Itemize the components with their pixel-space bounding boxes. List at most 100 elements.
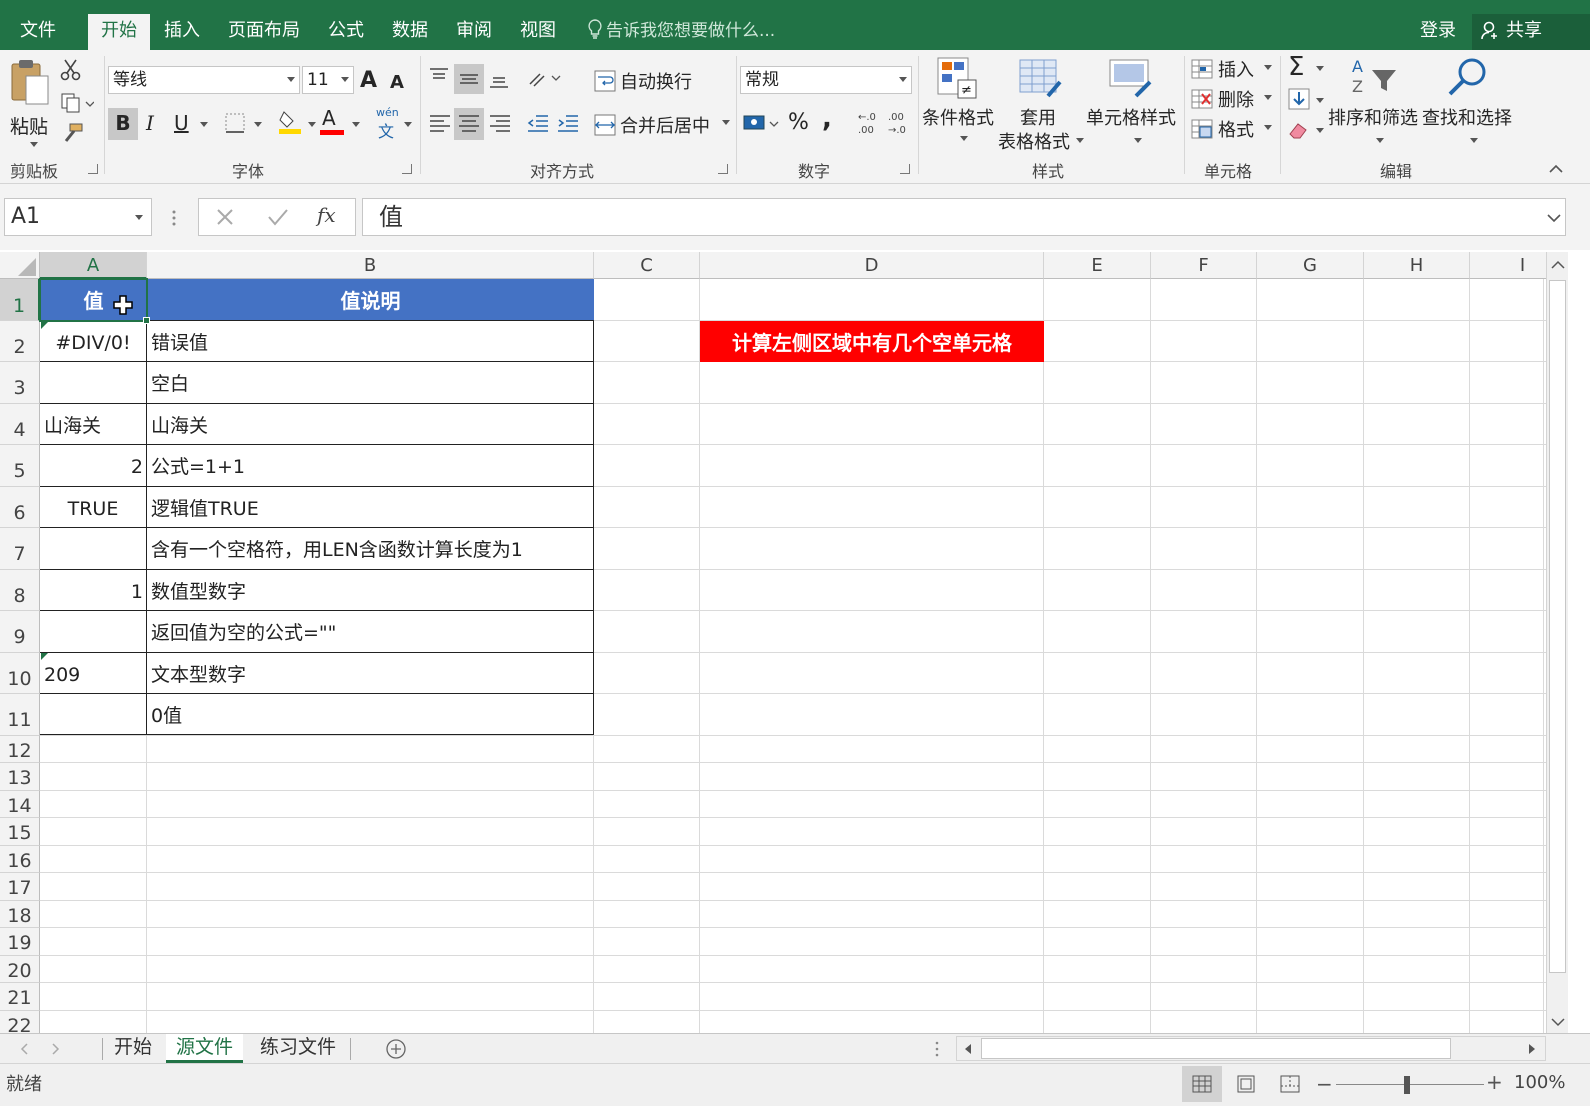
cell-description[interactable]: 0值 bbox=[151, 694, 591, 735]
column-header-a[interactable]: A bbox=[40, 252, 147, 279]
fill-handle[interactable] bbox=[143, 317, 150, 324]
bold-button[interactable]: B bbox=[108, 108, 138, 140]
align-middle-icon[interactable] bbox=[454, 64, 484, 94]
grow-font-button[interactable]: A bbox=[360, 68, 377, 93]
delete-cells-button[interactable]: 删除 bbox=[1190, 86, 1274, 112]
row-header[interactable]: 18 bbox=[0, 901, 40, 928]
column-header-h[interactable]: H bbox=[1364, 252, 1470, 279]
row-header[interactable]: 5 bbox=[0, 445, 40, 487]
row-header[interactable]: 1 bbox=[0, 279, 40, 321]
tab-review[interactable]: 审阅 bbox=[448, 14, 500, 50]
prev-sheet-icon[interactable] bbox=[20, 1043, 30, 1055]
fill-down-icon[interactable] bbox=[1288, 88, 1310, 110]
cut-icon[interactable] bbox=[60, 58, 82, 82]
accounting-format-icon[interactable] bbox=[742, 112, 780, 136]
column-header-b[interactable]: B bbox=[147, 252, 594, 279]
cell-value[interactable]: 1 bbox=[40, 570, 143, 611]
number-format-combo[interactable]: 常规 bbox=[740, 66, 912, 94]
cell-value[interactable]: #DIV/0! bbox=[40, 321, 146, 362]
cell-description[interactable]: 逻辑值TRUE bbox=[151, 487, 591, 528]
scroll-left-icon[interactable] bbox=[963, 1043, 973, 1055]
fill-color-dropdown-icon[interactable] bbox=[308, 122, 316, 127]
scroll-down-icon[interactable] bbox=[1551, 1017, 1565, 1027]
insert-function-button[interactable]: fx bbox=[317, 203, 336, 227]
row-header[interactable]: 19 bbox=[0, 928, 40, 956]
column-header-g[interactable]: G bbox=[1257, 252, 1364, 279]
cell-value[interactable] bbox=[40, 694, 146, 735]
cell-description[interactable]: 空白 bbox=[151, 362, 591, 404]
enter-check-icon[interactable] bbox=[267, 207, 289, 227]
login-link[interactable]: 登录 bbox=[1420, 14, 1456, 48]
cell-description[interactable]: 文本型数字 bbox=[151, 653, 591, 694]
font-size-combo[interactable]: 11 bbox=[302, 66, 354, 94]
cell-value[interactable]: 209 bbox=[44, 653, 146, 694]
cell-value[interactable] bbox=[40, 362, 146, 404]
decrease-decimal-icon[interactable]: .00→.0 bbox=[886, 110, 912, 136]
horizontal-scrollbar[interactable] bbox=[956, 1036, 1546, 1061]
border-icon[interactable] bbox=[224, 112, 246, 134]
zoom-slider-track[interactable] bbox=[1336, 1084, 1484, 1085]
align-center-icon[interactable] bbox=[454, 108, 484, 140]
percent-button[interactable]: % bbox=[788, 110, 809, 135]
row-header[interactable]: 21 bbox=[0, 983, 40, 1011]
zoom-out-button[interactable]: − bbox=[1316, 1072, 1333, 1096]
cell-styles-button[interactable]: 单元格样式 bbox=[1086, 56, 1180, 154]
alignment-launcher-icon[interactable] bbox=[718, 164, 728, 174]
cell-value[interactable]: 山海关 bbox=[44, 404, 146, 445]
format-painter-icon[interactable] bbox=[60, 122, 84, 144]
row-header[interactable]: 4 bbox=[0, 404, 40, 445]
formula-input[interactable]: 值 bbox=[362, 198, 1566, 236]
increase-indent-icon[interactable] bbox=[556, 112, 580, 136]
shrink-font-button[interactable]: A bbox=[390, 72, 404, 93]
row-header[interactable]: 11 bbox=[0, 694, 40, 736]
row-header[interactable]: 3 bbox=[0, 362, 40, 404]
select-all-corner[interactable] bbox=[0, 252, 40, 279]
error-indicator-icon[interactable] bbox=[41, 322, 49, 330]
sheet-tab-start[interactable]: 开始 bbox=[104, 1034, 162, 1063]
find-select-button[interactable]: 查找和选择 bbox=[1422, 56, 1516, 154]
row-header[interactable]: 20 bbox=[0, 956, 40, 983]
align-right-icon[interactable] bbox=[488, 112, 512, 136]
row-header[interactable]: 8 bbox=[0, 570, 40, 611]
splitter-dots-icon[interactable] bbox=[934, 1040, 940, 1058]
name-box[interactable]: A1 bbox=[4, 198, 152, 236]
copy-icon[interactable] bbox=[60, 92, 94, 114]
tell-me-search[interactable]: 告诉我您想要做什么... bbox=[588, 14, 775, 50]
row-header[interactable]: 15 bbox=[0, 818, 40, 846]
zoom-level[interactable]: 100% bbox=[1514, 1072, 1565, 1093]
drag-handle-icon[interactable] bbox=[171, 208, 177, 228]
note-cell[interactable]: 计算左侧区域中有几个空单元格 bbox=[700, 321, 1044, 362]
worksheet-grid[interactable]: A B C D E F G H I 1 2 3 4 5 6 7 8 9 10 1… bbox=[0, 252, 1546, 1033]
align-bottom-icon[interactable] bbox=[488, 68, 510, 90]
tab-home[interactable]: 开始 bbox=[88, 14, 150, 50]
cell-description[interactable]: 山海关 bbox=[151, 404, 591, 445]
page-break-view-icon[interactable] bbox=[1280, 1075, 1300, 1093]
align-left-icon[interactable] bbox=[428, 112, 452, 136]
tab-formulas[interactable]: 公式 bbox=[320, 14, 372, 50]
comma-button[interactable]: , bbox=[822, 104, 832, 134]
italic-button[interactable]: I bbox=[146, 108, 154, 138]
insert-cells-button[interactable]: 插入 bbox=[1190, 56, 1274, 82]
clipboard-launcher-icon[interactable] bbox=[88, 164, 98, 174]
font-color-button[interactable]: A bbox=[322, 106, 336, 130]
cell-description[interactable]: 含有一个空格符，用LEN含函数计算长度为1 bbox=[151, 528, 591, 570]
header-cell-description[interactable]: 值说明 bbox=[147, 279, 594, 321]
expand-formula-icon[interactable] bbox=[1547, 213, 1561, 223]
sheet-tab-practice[interactable]: 练习文件 bbox=[250, 1034, 346, 1063]
font-color-dropdown-icon[interactable] bbox=[352, 122, 360, 127]
row-header[interactable]: 2 bbox=[0, 321, 40, 362]
cell-value[interactable] bbox=[40, 611, 146, 653]
cell-description[interactable]: 数值型数字 bbox=[151, 570, 591, 611]
row-header[interactable]: 13 bbox=[0, 763, 40, 791]
tab-insert[interactable]: 插入 bbox=[156, 14, 208, 50]
collapse-ribbon-icon[interactable] bbox=[1548, 162, 1564, 174]
format-cells-button[interactable]: 格式 bbox=[1190, 116, 1274, 142]
underline-button[interactable]: U bbox=[174, 108, 189, 138]
sheet-tab-source[interactable]: 源文件 bbox=[166, 1034, 244, 1063]
cell-description[interactable]: 错误值 bbox=[151, 321, 591, 362]
add-sheet-icon[interactable] bbox=[385, 1038, 407, 1060]
underline-dropdown-icon[interactable] bbox=[200, 122, 208, 127]
format-as-table-button[interactable]: 套用 表格格式 bbox=[998, 56, 1084, 154]
row-header[interactable]: 6 bbox=[0, 487, 40, 528]
increase-decimal-icon[interactable]: ←.0.00 bbox=[856, 110, 882, 136]
